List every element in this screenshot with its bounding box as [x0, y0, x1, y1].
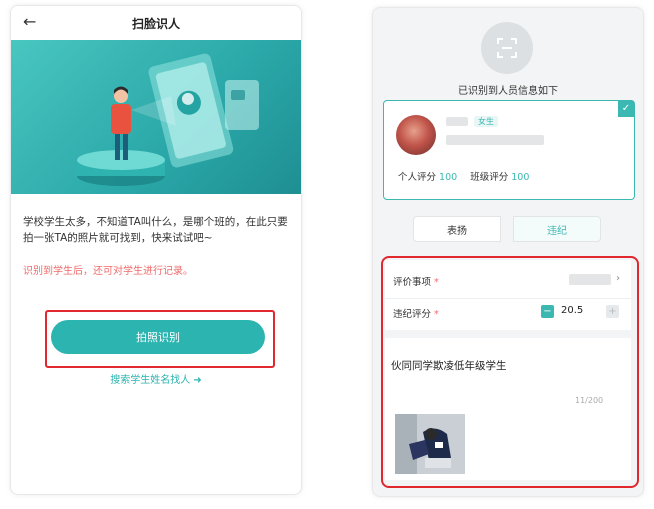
highlight-frame — [381, 256, 639, 488]
result-title: 已识别到人员信息如下 — [458, 86, 558, 97]
gender-tag: 女生 — [474, 116, 498, 127]
hero-illustration — [11, 40, 301, 194]
class-score-label: 班级评分 — [470, 172, 509, 183]
personal-score-value: 100 — [439, 172, 458, 183]
hint-text: 识别到学生后，还可对学生进行记录。 — [23, 266, 193, 277]
scan-frame-icon — [481, 22, 533, 74]
class-score-value: 100 — [511, 172, 530, 183]
description-text: 学校学生太多，不知道TA叫什么，是哪个班的，在此只要拍一张TA的照片就可找到，快… — [23, 216, 288, 244]
scan-person-illustration — [77, 53, 259, 186]
recognition-result-screen: 已识别到人员信息如下 ✓ 女生 个人评分 100 班级评分 100 表扬 违纪 … — [372, 7, 644, 497]
face-scan-screen: ← 扫脸识人 学校学生太多，不知道TA叫什么，是哪个班的，在此只要拍一张TA的照… — [10, 5, 302, 495]
tab-violation[interactable]: 违纪 — [513, 216, 601, 242]
name-redacted — [446, 117, 468, 126]
score-row: 个人评分 100 班级评分 100 — [398, 169, 539, 183]
check-icon: ✓ — [618, 101, 634, 117]
top-bar: ← 扫脸识人 — [11, 6, 301, 40]
take-photo-button[interactable]: 拍照识别 — [51, 320, 265, 354]
class-redacted — [446, 135, 544, 145]
person-card[interactable]: ✓ 女生 个人评分 100 班级评分 100 — [383, 100, 635, 200]
avatar — [396, 115, 436, 155]
search-by-name-link[interactable]: 搜索学生姓名找人 ➜ — [11, 371, 301, 386]
personal-score-label: 个人评分 — [398, 172, 437, 183]
tab-praise[interactable]: 表扬 — [413, 216, 501, 242]
page-title: 扫脸识人 — [131, 17, 180, 31]
